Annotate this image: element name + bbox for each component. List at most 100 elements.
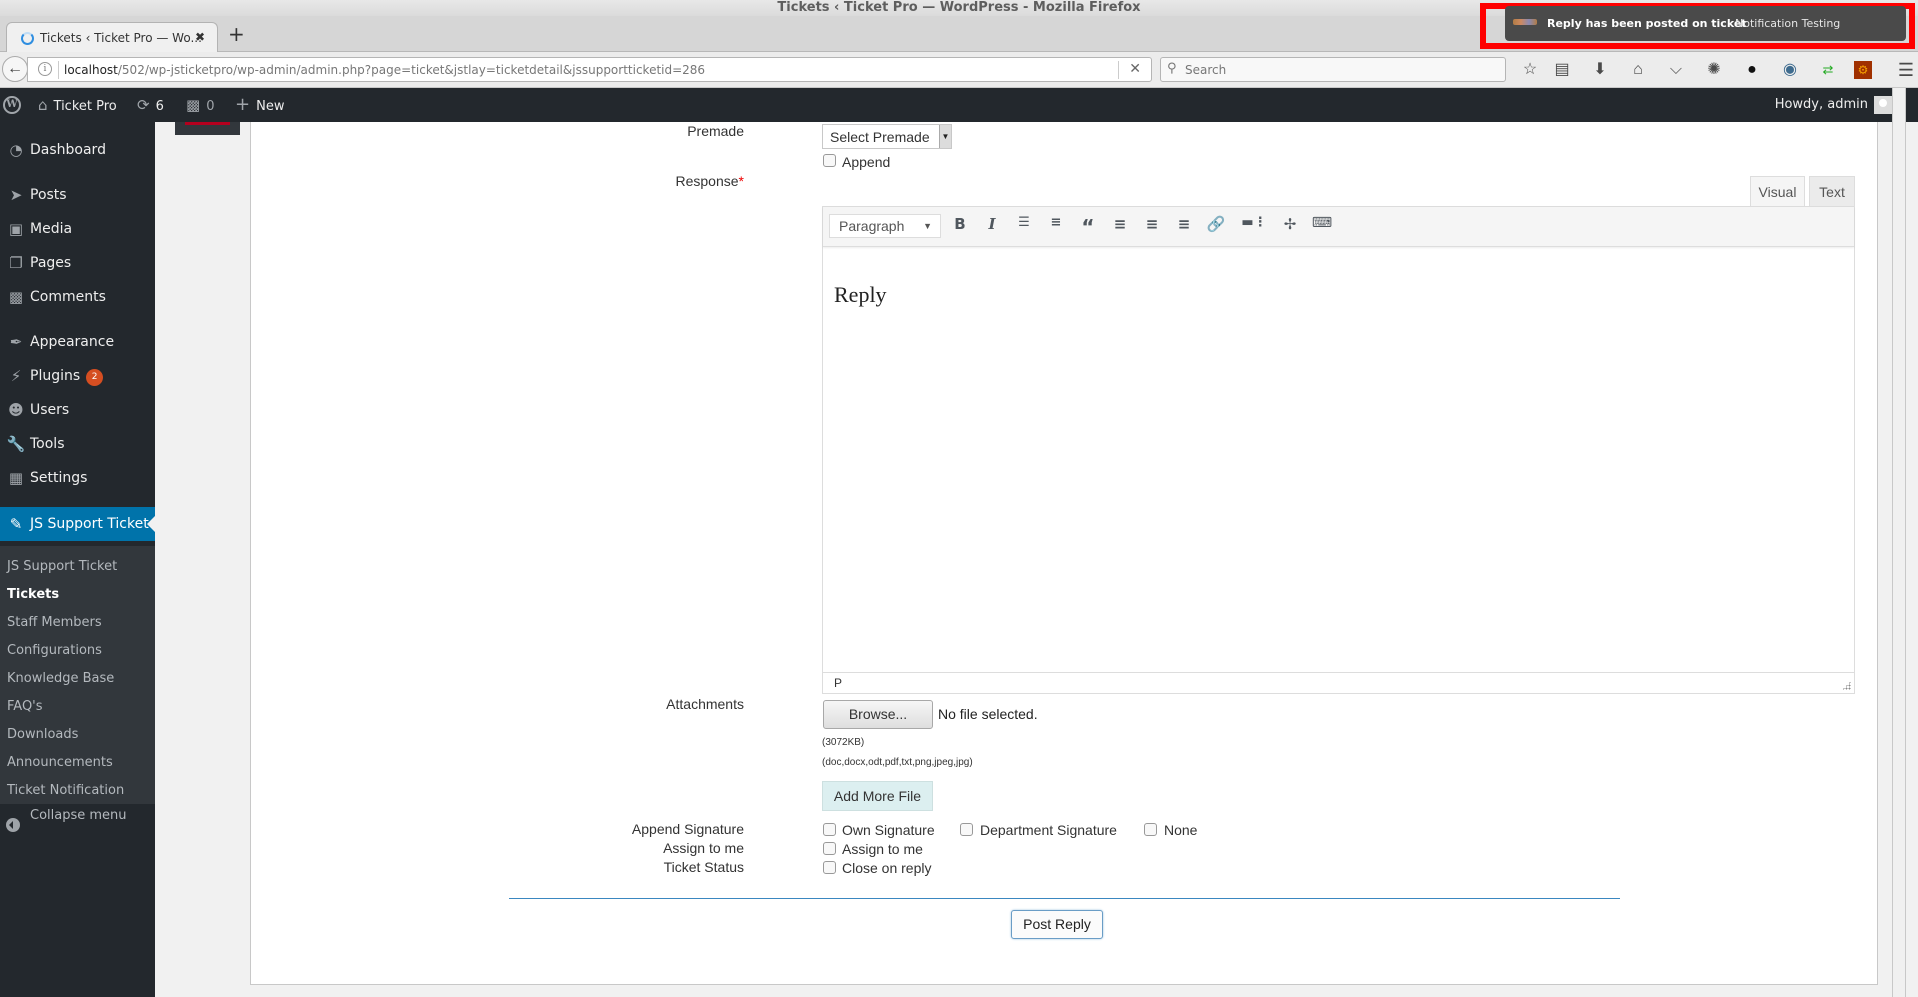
web-developer-icon[interactable]: ✺ xyxy=(1702,58,1726,82)
submenu-item-downloads[interactable]: Downloads xyxy=(7,727,78,742)
align-right-icon[interactable]: ≡ xyxy=(1172,215,1196,239)
search-input[interactable]: ⚲ Search xyxy=(1160,57,1506,82)
editor-body[interactable]: Reply xyxy=(823,248,1854,672)
sidebar-item-users[interactable]: ☻ Users xyxy=(0,393,155,427)
home-icon[interactable]: ⌂ xyxy=(1626,58,1650,82)
reading-list-icon[interactable]: ▤ xyxy=(1550,58,1574,82)
page-scrollbar[interactable] xyxy=(1892,88,1906,997)
append-checkbox[interactable] xyxy=(823,154,836,167)
assign-to-me-checkbox[interactable] xyxy=(823,842,836,855)
sidebar-item-dashboard[interactable]: ◔ Dashboard xyxy=(0,133,155,167)
numbered-list-icon[interactable]: ≡ xyxy=(1044,215,1068,239)
collapse-menu-button[interactable]: Collapse menu xyxy=(0,808,155,842)
required-marker: * xyxy=(738,173,744,189)
pocket-icon[interactable]: ⌵ xyxy=(1664,58,1688,82)
submenu-item-ticket-notification[interactable]: Ticket Notification xyxy=(7,783,124,798)
comments-link[interactable]: ▩ 0 xyxy=(186,88,214,122)
submenu-item-configurations[interactable]: Configurations xyxy=(7,643,102,658)
max-file-size: (3072KB) xyxy=(822,737,865,748)
own-signature-checkbox[interactable] xyxy=(823,823,836,836)
tab-title: Tickets ‹ Ticket Pro — Wo... xyxy=(40,31,202,45)
tab-close-icon[interactable]: ✖ xyxy=(195,30,205,44)
url-text[interactable]: localhost/502/wp-jsticketpro/wp-admin/ad… xyxy=(64,63,705,77)
ticket-icon: ✎ xyxy=(9,515,23,533)
collapse-arrow-icon xyxy=(6,818,20,832)
clear-url-icon[interactable]: ✕ xyxy=(1129,61,1141,77)
new-content-link[interactable]: + New xyxy=(235,88,284,122)
desktop-notification[interactable]: Reply has been posted on ticket Notifica… xyxy=(1505,6,1906,41)
assign-label: Assign to me xyxy=(663,840,744,856)
department-signature-checkbox[interactable] xyxy=(960,823,973,836)
read-more-icon[interactable]: ▬⋮ xyxy=(1239,215,1269,239)
my-account-link[interactable]: Howdy, admin xyxy=(1775,88,1892,122)
own-signature-label: Own Signature xyxy=(842,822,935,838)
link-icon[interactable]: 🔗 xyxy=(1204,215,1228,239)
wrench-icon: 🔧 xyxy=(6,435,26,453)
submenu-item-staff-members[interactable]: Staff Members xyxy=(7,615,102,630)
assign-to-me-option: Assign to me xyxy=(842,841,923,857)
dashboard-icon: ◔ xyxy=(9,141,23,159)
italic-icon[interactable]: I xyxy=(980,215,1004,239)
browse-button[interactable]: Browse... xyxy=(823,700,933,729)
submenu-item-faqs[interactable]: FAQ's xyxy=(7,699,43,714)
addon-gear-icon[interactable]: ⚙ xyxy=(1854,61,1872,79)
browser-tab[interactable]: Tickets ‹ Ticket Pro — Wo... ✖ xyxy=(6,22,218,53)
updates-icon: ⟳ xyxy=(137,96,150,114)
screenshot-icon[interactable]: ◉ xyxy=(1778,58,1802,82)
tab-visual[interactable]: Visual xyxy=(1750,176,1805,207)
add-more-file-button[interactable]: Add More File xyxy=(822,781,933,811)
sidebar-item-comments[interactable]: ▩ Comments xyxy=(0,280,155,314)
info-icon[interactable]: i xyxy=(38,62,52,76)
fullscreen-icon[interactable]: ✢ xyxy=(1278,215,1302,239)
align-center-icon[interactable]: ≡ xyxy=(1140,215,1164,239)
submenu-item-knowledge-base[interactable]: Knowledge Base xyxy=(7,671,114,686)
none-signature-checkbox[interactable] xyxy=(1144,823,1157,836)
plugin-icon: ⚡ xyxy=(10,367,22,385)
search-icon: ⚲ xyxy=(1167,61,1177,76)
url-bar[interactable]: i localhost/502/wp-jsticketpro/wp-admin/… xyxy=(27,57,1152,82)
sidebar-item-pages[interactable]: ❐ Pages xyxy=(0,246,155,280)
format-select[interactable]: Paragraph ▼ xyxy=(829,214,941,238)
department-signature-label: Department Signature xyxy=(980,822,1117,838)
close-on-reply-checkbox[interactable] xyxy=(823,861,836,874)
hamburger-menu-icon[interactable]: ☰ xyxy=(1894,58,1918,82)
sidebar-item-js-support-ticket[interactable]: ✎ JS Support Ticket xyxy=(0,507,155,541)
site-name-link[interactable]: ⌂ Ticket Pro xyxy=(38,88,117,122)
notification-body: Notification Testing xyxy=(1735,17,1841,30)
post-reply-button[interactable]: Post Reply xyxy=(1011,910,1103,939)
tab-text[interactable]: Text xyxy=(1809,176,1855,207)
submenu-item-tickets[interactable]: Tickets xyxy=(7,587,59,602)
bold-icon[interactable]: B xyxy=(948,215,972,239)
updates-link[interactable]: ⟳ 6 xyxy=(137,88,164,122)
sidebar-item-posts[interactable]: ➤ Posts xyxy=(0,178,155,212)
arrow-left-icon: ← xyxy=(7,60,23,77)
submenu-item-js-support-ticket[interactable]: JS Support Ticket xyxy=(7,559,117,574)
back-button[interactable]: ← xyxy=(2,56,28,82)
comment-icon: ▩ xyxy=(8,288,24,306)
form-divider xyxy=(509,898,1620,899)
blockquote-icon[interactable]: “ xyxy=(1076,215,1100,239)
sidebar-item-media[interactable]: ▣ Media xyxy=(0,212,155,246)
submenu-item-announcements[interactable]: Announcements xyxy=(7,755,113,770)
color-picker-icon[interactable]: ● xyxy=(1740,58,1764,82)
avatar xyxy=(1874,95,1892,114)
editor-content: Reply xyxy=(834,282,887,307)
sidebar-item-settings[interactable]: ▦ Settings xyxy=(0,461,155,495)
sidebar-item-appearance[interactable]: ✒ Appearance xyxy=(0,325,155,359)
sidebar-item-plugins[interactable]: ⚡ Plugins 2 xyxy=(0,359,155,393)
wordpress-logo-icon[interactable]: W xyxy=(3,96,21,114)
premade-select[interactable]: Select Premade ▼ xyxy=(822,124,952,149)
media-icon: ▣ xyxy=(8,220,24,238)
new-tab-button[interactable]: + xyxy=(228,22,245,46)
element-path[interactable]: P xyxy=(834,676,842,690)
bullet-list-icon[interactable]: ☰ xyxy=(1012,215,1036,239)
bookmark-star-icon[interactable]: ☆ xyxy=(1518,58,1542,82)
sidebar-item-tools[interactable]: 🔧 Tools xyxy=(0,427,155,461)
submenu: JS Support Ticket Tickets Staff Members … xyxy=(0,546,155,804)
sync-arrows-icon[interactable]: ⇄ xyxy=(1816,58,1840,82)
download-icon[interactable]: ⬇ xyxy=(1588,58,1612,82)
align-left-icon[interactable]: ≡ xyxy=(1108,215,1132,239)
toolbar-toggle-icon[interactable]: ⌨ xyxy=(1310,215,1334,239)
pin-icon: ➤ xyxy=(9,186,23,204)
resize-handle-icon[interactable] xyxy=(1842,681,1851,690)
